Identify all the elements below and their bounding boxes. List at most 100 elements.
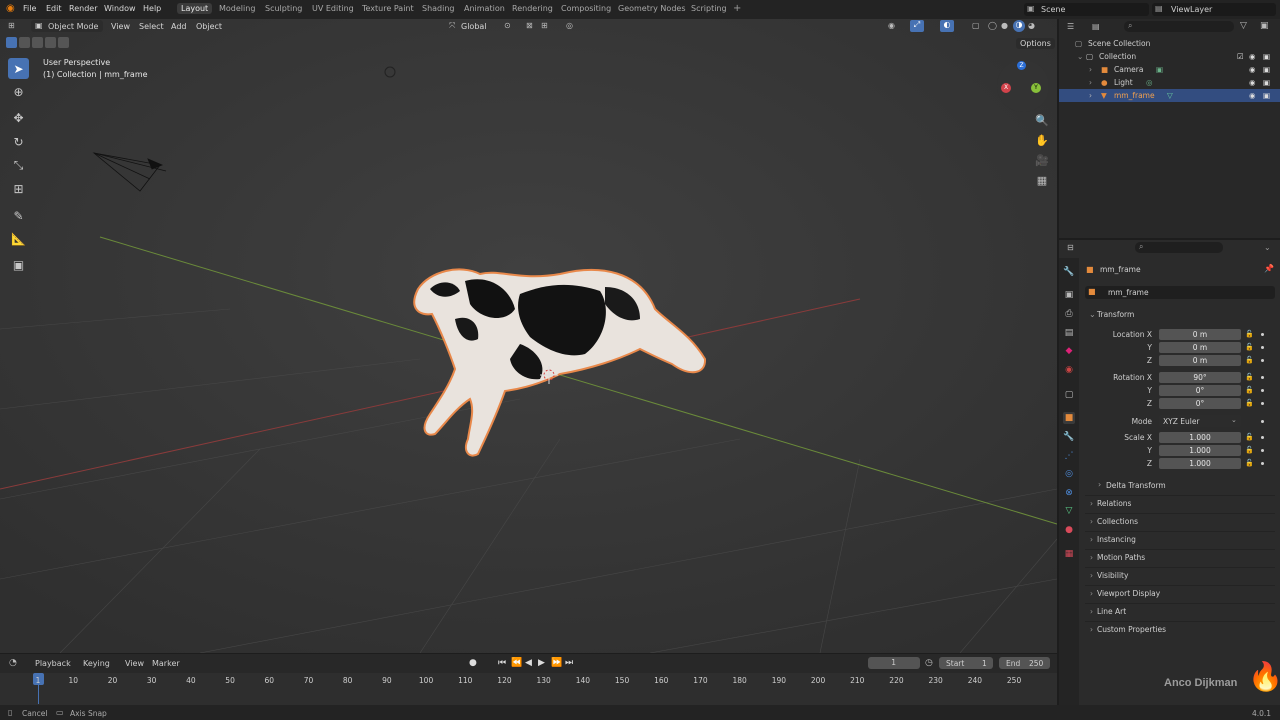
prev-keyframe-icon[interactable]: ⏪ — [511, 658, 522, 668]
view-menu[interactable]: View — [125, 659, 144, 668]
keying-menu[interactable]: Keying — [83, 659, 110, 668]
light-render-icon[interactable]: ▣ — [1263, 78, 1270, 87]
properties-editor-icon[interactable]: ⊟ — [1067, 243, 1074, 252]
pan-hand-icon[interactable]: ✋ — [1033, 134, 1051, 152]
scale-x-field[interactable]: 1.000 — [1159, 432, 1241, 443]
keyframe-dot-icon[interactable] — [1261, 346, 1264, 349]
z-axis-icon[interactable]: Z — [1017, 61, 1026, 70]
select-new-icon[interactable] — [6, 37, 17, 48]
tool-tab-icon[interactable]: 🔧 — [1063, 266, 1075, 278]
visibility-icon[interactable]: ◉ — [888, 21, 895, 30]
scale-y-field[interactable]: 1.000 — [1159, 445, 1241, 456]
lock-icon[interactable]: 🔓 — [1245, 343, 1254, 351]
menu-add[interactable]: Add — [171, 22, 187, 31]
lock-icon[interactable]: 🔓 — [1245, 433, 1254, 441]
lock-icon[interactable]: 🔓 — [1245, 330, 1254, 338]
tab-compositing[interactable]: Compositing — [557, 3, 615, 14]
data-tab-icon[interactable]: ▽ — [1063, 505, 1075, 517]
visibility-section[interactable]: Visibility — [1085, 567, 1275, 583]
select-invert-icon[interactable] — [58, 37, 69, 48]
annotate-tool[interactable]: ✎ — [8, 205, 29, 226]
next-keyframe-icon[interactable]: ⏩ — [551, 658, 562, 668]
outliner-search-input[interactable]: ⌕ — [1124, 21, 1234, 32]
select-extend-icon[interactable] — [19, 37, 30, 48]
world-tab-icon[interactable]: ◉ — [1063, 364, 1075, 376]
material-tab-icon[interactable]: ● — [1063, 524, 1075, 536]
keyframe-dot-icon[interactable] — [1261, 376, 1264, 379]
keyframe-dot-icon[interactable] — [1261, 359, 1264, 362]
playback-menu[interactable]: Playback — [35, 659, 71, 668]
cursor-tool[interactable]: ⊕ — [8, 81, 29, 102]
new-collection-icon[interactable]: ▣ — [1260, 21, 1269, 31]
navigation-gizmo[interactable]: Z Y X — [997, 60, 1049, 112]
marker-menu[interactable]: Marker — [152, 659, 180, 668]
keyframe-dot-icon[interactable] — [1261, 420, 1264, 423]
object-tab-icon[interactable]: ■ — [1063, 412, 1075, 424]
zoom-icon[interactable]: 🔍 — [1033, 114, 1051, 132]
tab-texture-paint[interactable]: Texture Paint — [358, 3, 418, 14]
timeline-editor-icon[interactable]: ◔ — [9, 658, 17, 668]
rendered-shading-icon[interactable]: ◕ — [1028, 21, 1035, 30]
collection-checkbox-icon[interactable]: ☑ — [1237, 52, 1244, 61]
camera-visibility-icon[interactable]: ◉ — [1249, 65, 1256, 74]
jump-end-icon[interactable]: ⏭ — [565, 658, 573, 668]
line-art-section[interactable]: Line Art — [1085, 603, 1275, 619]
perspective-grid-icon[interactable]: ▦ — [1033, 174, 1051, 192]
outliner-row-collection[interactable]: ⌄ ▢ Collection ☑ ◉ ▣ — [1059, 50, 1280, 63]
scene-tab-icon[interactable]: ◆ — [1063, 345, 1075, 357]
display-mode-icon[interactable]: ▤ — [1092, 22, 1100, 31]
menu-view[interactable]: View — [111, 22, 130, 31]
editor-type-icon[interactable]: ⊞ — [8, 21, 15, 30]
light-visibility-icon[interactable]: ◉ — [1249, 78, 1256, 87]
camera-view-icon[interactable]: 🎥 — [1033, 154, 1051, 172]
mm-frame-render-icon[interactable]: ▣ — [1263, 91, 1270, 100]
keyframe-dot-icon[interactable] — [1261, 436, 1264, 439]
menu-file[interactable]: File — [23, 4, 36, 13]
modifier-tab-icon[interactable]: 🔧 — [1063, 431, 1075, 443]
transform-section-header[interactable]: ⌄ Transform — [1085, 307, 1275, 322]
tab-shading[interactable]: Shading — [418, 3, 459, 14]
3d-viewport[interactable] — [0, 19, 1057, 653]
properties-options-icon[interactable]: ⌄ — [1264, 243, 1271, 252]
start-frame-field[interactable]: Start 1 — [939, 657, 993, 669]
collection-render-icon[interactable]: ▣ — [1263, 52, 1270, 61]
location-z-field[interactable]: 0 m — [1159, 355, 1241, 366]
viewport-display-section[interactable]: Viewport Display — [1085, 585, 1275, 601]
relations-section[interactable]: Relations — [1085, 495, 1275, 511]
lock-icon[interactable]: 🔓 — [1245, 446, 1254, 454]
menu-select[interactable]: Select — [139, 22, 164, 31]
lock-icon[interactable]: 🔓 — [1245, 459, 1254, 467]
view-layer-selector[interactable]: ▤ ViewLayer — [1152, 3, 1276, 16]
tab-rendering[interactable]: Rendering — [508, 3, 557, 14]
scene-selector[interactable]: ▣ Scene — [1024, 3, 1149, 16]
menu-object[interactable]: Object — [196, 22, 222, 31]
x-axis-icon[interactable]: X — [1001, 83, 1011, 93]
menu-help[interactable]: Help — [143, 4, 161, 13]
pin-icon[interactable]: 📌 — [1264, 264, 1274, 273]
tab-geometry-nodes[interactable]: Geometry Nodes — [614, 3, 689, 14]
render-tab-icon[interactable]: ▣ — [1063, 289, 1075, 301]
lock-icon[interactable]: 🔓 — [1245, 399, 1254, 407]
collection-visibility-icon[interactable]: ◉ — [1249, 52, 1256, 61]
xray-icon[interactable]: ▢ — [972, 21, 980, 30]
properties-search-input[interactable]: ⌕ — [1135, 242, 1223, 253]
rotate-tool[interactable]: ↻ — [8, 131, 29, 152]
wireframe-shading-icon[interactable]: ◯ — [988, 21, 997, 30]
menu-render[interactable]: Render — [69, 4, 97, 13]
blender-logo-icon[interactable]: ◉ — [6, 3, 15, 14]
pivot-icon[interactable]: ⊙ — [504, 21, 511, 30]
outliner-row-camera[interactable]: › ■ Camera ▣ ◉ ▣ — [1059, 63, 1280, 76]
outliner-row-mm-frame[interactable]: › ▼ mm_frame ▽ ◉ ▣ — [1059, 89, 1280, 102]
constraints-tab-icon[interactable]: ⊗ — [1063, 487, 1075, 499]
options-dropdown[interactable]: Options — [1016, 38, 1055, 49]
outliner-editor-icon[interactable]: ☰ — [1067, 22, 1074, 31]
texture-tab-icon[interactable]: ▦ — [1063, 548, 1075, 560]
keyframe-dot-icon[interactable] — [1261, 389, 1264, 392]
output-tab-icon[interactable]: ⎙ — [1063, 308, 1075, 320]
outliner-row-light[interactable]: › ● Light ◎ ◉ ▣ — [1059, 76, 1280, 89]
keyframe-dot-icon[interactable] — [1261, 402, 1264, 405]
current-frame-field[interactable]: 1 — [868, 657, 920, 669]
custom-properties-section[interactable]: Custom Properties — [1085, 621, 1275, 637]
material-shading-icon[interactable]: ◑ — [1013, 20, 1025, 32]
end-frame-field[interactable]: End 250 — [999, 657, 1050, 669]
